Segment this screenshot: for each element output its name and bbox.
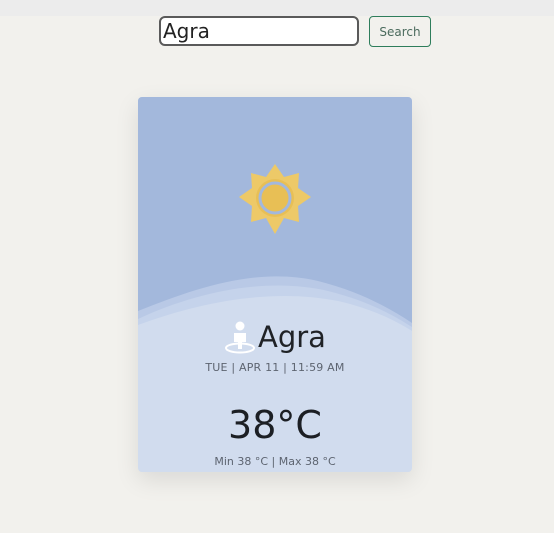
bottom-strip [0,533,554,549]
top-strip [0,0,554,16]
search-input[interactable] [159,16,359,46]
weather-card: Agra TUE | APR 11 | 11:59 AM 38°C Min 38… [138,97,412,472]
min-max-temperature: Min 38 °C | Max 38 °C [214,455,336,468]
city-row: Agra [138,317,412,357]
city-name: Agra [258,320,326,354]
date-time-label: TUE | APR 11 | 11:59 AM [205,361,345,374]
temperature-value: 38°C [228,403,322,447]
location-pin-icon [225,321,256,354]
search-button[interactable]: Search [369,16,431,47]
sun-icon [239,164,311,234]
